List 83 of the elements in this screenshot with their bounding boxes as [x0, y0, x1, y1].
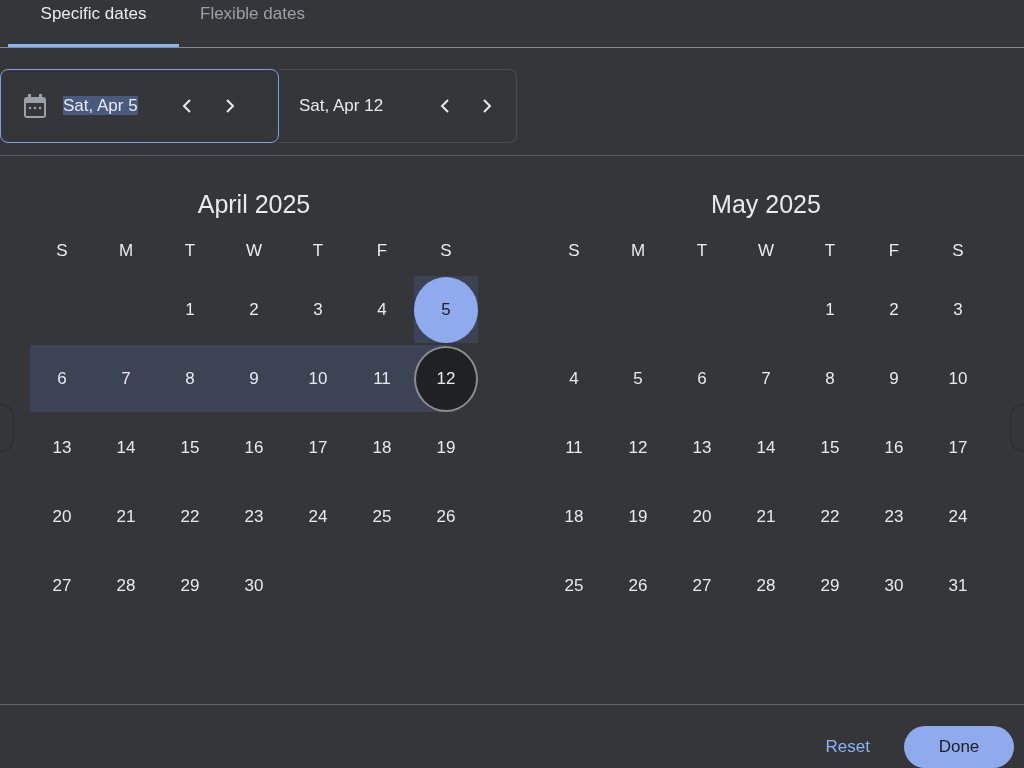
calendar-day[interactable]: 26	[414, 483, 478, 550]
calendar-day[interactable]: 19	[606, 483, 670, 550]
calendar-day[interactable]: 4	[542, 345, 606, 412]
calendar-day[interactable]: 8	[158, 345, 222, 412]
calendar-day[interactable]: 24	[926, 483, 990, 550]
date-value: Sat, Apr 5	[63, 96, 138, 115]
calendar-day[interactable]: 13	[30, 414, 94, 481]
calendar-day[interactable]: 2	[222, 276, 286, 343]
weekday-label: T	[695, 240, 709, 262]
calendar-day[interactable]: 2	[862, 276, 926, 343]
calendar-day[interactable]: 15	[158, 414, 222, 481]
calendar-day[interactable]: 28	[734, 552, 798, 619]
month-title: May 2025	[710, 189, 822, 220]
weekday-label: F	[375, 240, 389, 262]
calendar-day[interactable]: 5	[606, 345, 670, 412]
calendar-day[interactable]: 18	[350, 414, 414, 481]
calendar-day[interactable]: 24	[286, 483, 350, 550]
calendar-day[interactable]: 9	[222, 345, 286, 412]
calendar-day[interactable]: 29	[158, 552, 222, 619]
calendar-day[interactable]: 31	[926, 552, 990, 619]
calendar-day[interactable]: 20	[30, 483, 94, 550]
calendar-day[interactable]: 29	[798, 552, 862, 619]
calendar-day[interactable]: 13	[670, 414, 734, 481]
calendar-day[interactable]: 22	[798, 483, 862, 550]
date-field[interactable]: Sat, Apr 5	[0, 69, 279, 143]
calendar-day[interactable]: 7	[734, 345, 798, 412]
calendar-day[interactable]: 6	[670, 345, 734, 412]
calendar-day[interactable]: 23	[862, 483, 926, 550]
weekday-label: W	[244, 240, 263, 262]
calendar-day[interactable]: 27	[30, 552, 94, 619]
calendar-day[interactable]: 6	[30, 345, 94, 412]
weekday-label: T	[311, 240, 325, 262]
date-value: Sat, Apr 12	[299, 96, 384, 115]
calendar-day[interactable]: 23	[222, 483, 286, 550]
calendar-day[interactable]: 28	[94, 552, 158, 619]
weekday-label: T	[823, 240, 837, 262]
calendar-day[interactable]: 14	[94, 414, 158, 481]
date-mode-tab[interactable]: Specific dates	[8, 0, 179, 47]
calendar-day[interactable]: 18	[542, 483, 606, 550]
calendar-day[interactable]: 10	[926, 345, 990, 412]
calendar-day[interactable]: 3	[926, 276, 990, 343]
calendar-day[interactable]: 1	[798, 276, 862, 343]
calendar-day[interactable]: 21	[734, 483, 798, 550]
calendar-day[interactable]: 11	[350, 345, 414, 412]
weekday-label: M	[117, 240, 135, 262]
weekday-label: T	[183, 240, 197, 262]
weekday-label: F	[887, 240, 901, 262]
calendar-day[interactable]: 30	[222, 552, 286, 619]
weekday-label: M	[629, 240, 647, 262]
calendar-day[interactable]: 19	[414, 414, 478, 481]
calendar-day[interactable]: 20	[670, 483, 734, 550]
month-title: April 2025	[196, 189, 312, 220]
calendar-day[interactable]: 3	[286, 276, 350, 343]
calendar-day[interactable]: 16	[222, 414, 286, 481]
date-mode-tab[interactable]: Flexible dates	[179, 0, 326, 47]
calendar-day[interactable]: 30	[862, 552, 926, 619]
calendar-day[interactable]: 25	[350, 483, 414, 550]
calendar-day[interactable]: 8	[798, 345, 862, 412]
calendar-day[interactable]: 14	[734, 414, 798, 481]
calendar-day[interactable]: 21	[94, 483, 158, 550]
calendar-day[interactable]: 26	[606, 552, 670, 619]
weekday-label: W	[756, 240, 775, 262]
calendar-day[interactable]: 22	[158, 483, 222, 550]
weekday-label: S	[567, 240, 581, 262]
calendar-day[interactable]: 15	[798, 414, 862, 481]
calendar-day[interactable]: 4	[350, 276, 414, 343]
calendar-day[interactable]: 17	[286, 414, 350, 481]
calendar-day[interactable]: 10	[286, 345, 350, 412]
weekday-label: S	[55, 240, 69, 262]
reset-button[interactable]: Reset	[819, 726, 876, 768]
calendar-day[interactable]: 1	[158, 276, 222, 343]
done-button[interactable]: Done	[904, 726, 1014, 768]
calendar-day[interactable]: 27	[670, 552, 734, 619]
calendar-day[interactable]: 12	[606, 414, 670, 481]
calendar-day[interactable]: 11	[542, 414, 606, 481]
calendar-day[interactable]: 16	[862, 414, 926, 481]
date-field[interactable]: Sat, Apr 12	[279, 69, 517, 143]
weekday-label: S	[439, 240, 453, 262]
calendar-day[interactable]: 17	[926, 414, 990, 481]
calendar-day[interactable]: 7	[94, 345, 158, 412]
calendar-day[interactable]: 9	[862, 345, 926, 412]
weekday-label: S	[951, 240, 965, 262]
calendar-day[interactable]: 25	[542, 552, 606, 619]
